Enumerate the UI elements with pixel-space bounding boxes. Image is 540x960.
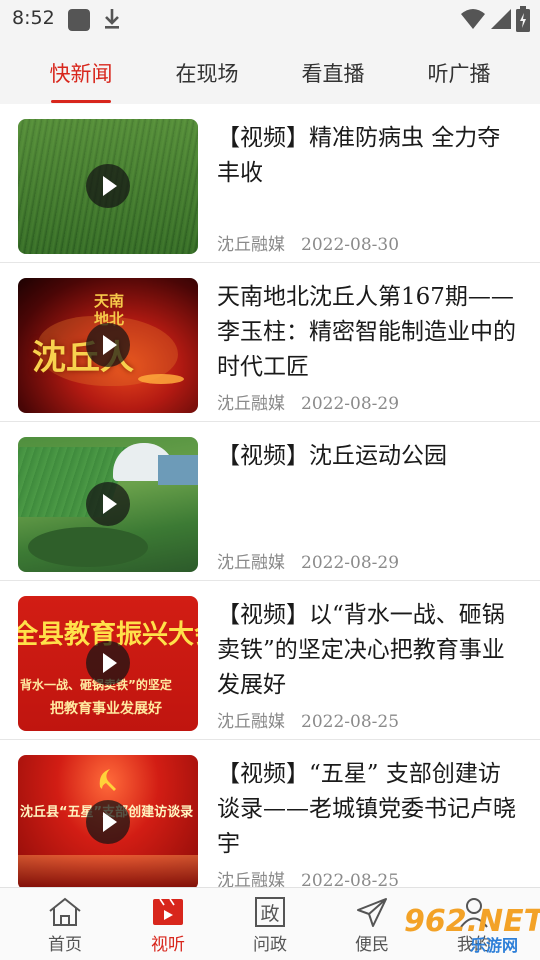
site-watermark: 962.NET 乐游网 [404, 898, 540, 956]
tab-radio[interactable]: 听广播 [409, 40, 509, 104]
party-emblem-icon [99, 769, 116, 791]
news-meta: 沈丘融媒 2022-08-29 [217, 548, 399, 573]
news-title[interactable]: 天南地北沈丘人第167期——李玉柱：精密智能制造业中的时代工匠 [217, 280, 523, 385]
news-item[interactable]: 【视频】精准防病虫 全力夺丰收 沈丘融媒 2022-08-30 [0, 104, 540, 263]
news-item[interactable]: 【视频】沈丘运动公园 沈丘融媒 2022-08-29 [0, 422, 540, 581]
news-date: 2022-08-25 [301, 871, 400, 887]
news-source: 沈丘融媒 [217, 235, 285, 255]
nav-label: 便民 [355, 935, 389, 955]
news-title[interactable]: 【视频】精准防病虫 全力夺丰收 [217, 121, 523, 191]
news-thumbnail[interactable]: 天南 地北 沈丘人 [18, 278, 198, 413]
nav-label: 视听 [151, 935, 185, 955]
news-title[interactable]: 【视频】沈丘运动公园 [217, 439, 523, 474]
status-time: 8:52 [12, 7, 55, 29]
news-date: 2022-08-29 [301, 394, 400, 414]
nav-convenience[interactable]: 便民 [337, 888, 407, 960]
active-tab-indicator [51, 100, 111, 103]
tab-on-site[interactable]: 在现场 [157, 40, 257, 104]
category-tabs: 快新闻 在现场 看直播 听广播 [0, 40, 540, 104]
tab-live[interactable]: 看直播 [283, 40, 383, 104]
battery-icon [516, 6, 530, 32]
download-icon [105, 9, 119, 29]
tab-quick-news[interactable]: 快新闻 [31, 40, 131, 104]
news-thumbnail[interactable]: 全县教育振兴大会 背水一战、砸锅卖铁”的坚定 把教育事业发展好 [18, 596, 198, 731]
news-list[interactable]: 【视频】精准防病虫 全力夺丰收 沈丘融媒 2022-08-30 天南 地北 沈丘人… [0, 104, 540, 887]
government-icon: 政 [255, 897, 285, 927]
news-meta: 沈丘融媒 2022-08-25 [217, 707, 399, 732]
play-icon[interactable] [86, 641, 130, 685]
send-icon [357, 898, 387, 927]
news-source: 沈丘融媒 [217, 394, 285, 414]
news-source: 沈丘融媒 [217, 871, 285, 887]
wifi-icon [461, 9, 485, 29]
news-date: 2022-08-30 [301, 235, 400, 255]
nav-home[interactable]: 首页 [30, 888, 100, 960]
status-bar: 8:52 [0, 0, 540, 40]
home-icon [49, 897, 81, 926]
app-notification-icon [68, 9, 90, 31]
news-title[interactable]: 【视频】以“背水一战、砸锅卖铁”的坚定决心把教育事业发展好 [217, 598, 523, 703]
thumbnail-caption: 把教育事业发展好 [50, 701, 162, 717]
svg-text:政: 政 [260, 903, 279, 925]
nav-label: 问政 [253, 935, 287, 955]
news-date: 2022-08-29 [301, 553, 400, 573]
news-item[interactable]: 沈丘县“五星”支部创建访谈录 【视频】“五星” 支部创建访谈录——老城镇党委书记… [0, 740, 540, 887]
play-icon[interactable] [86, 482, 130, 526]
news-source: 沈丘融媒 [217, 553, 285, 573]
play-icon[interactable] [86, 323, 130, 367]
watermark-site-name: 乐游网 [470, 936, 519, 955]
news-item[interactable]: 天南 地北 沈丘人 天南地北沈丘人第167期——李玉柱：精密智能制造业中的时代工… [0, 263, 540, 422]
news-thumbnail[interactable] [18, 119, 198, 254]
play-icon[interactable] [86, 164, 130, 208]
play-icon[interactable] [86, 800, 130, 844]
news-item[interactable]: 全县教育振兴大会 背水一战、砸锅卖铁”的坚定 把教育事业发展好 【视频】以“背水… [0, 581, 540, 740]
news-date: 2022-08-25 [301, 712, 400, 732]
news-source: 沈丘融媒 [217, 712, 285, 732]
news-thumbnail[interactable]: 沈丘县“五星”支部创建访谈录 [18, 755, 198, 887]
news-meta: 沈丘融媒 2022-08-30 [217, 230, 399, 255]
news-meta: 沈丘融媒 2022-08-29 [217, 389, 399, 414]
nav-video[interactable]: 视听 [133, 888, 203, 960]
news-title[interactable]: 【视频】“五星” 支部创建访谈录——老城镇党委书记卢晓宇 [217, 757, 523, 862]
news-meta: 沈丘融媒 2022-08-25 [217, 866, 399, 887]
nav-label: 首页 [48, 935, 82, 955]
news-thumbnail[interactable] [18, 437, 198, 572]
video-icon [153, 898, 183, 925]
nav-government[interactable]: 政 问政 [235, 888, 305, 960]
signal-icon [491, 9, 511, 29]
